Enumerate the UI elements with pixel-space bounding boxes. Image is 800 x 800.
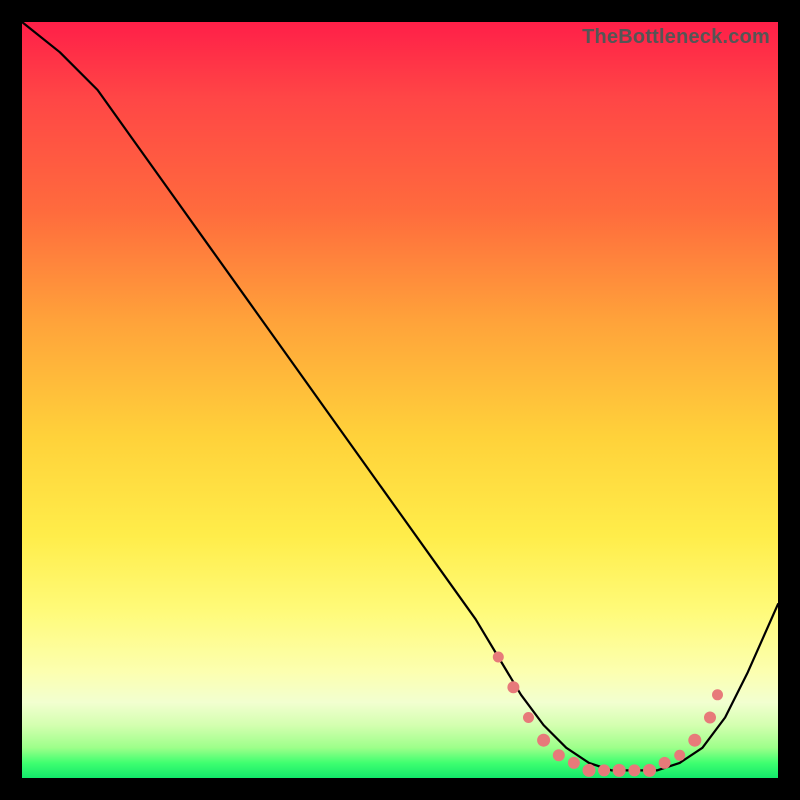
marker-dot	[704, 712, 716, 724]
marker-dot	[583, 764, 596, 777]
marker-dot	[628, 764, 640, 776]
plot-area: TheBottleneck.com	[22, 22, 778, 778]
marker-dot	[674, 750, 685, 761]
marker-dot	[523, 712, 534, 723]
curve-svg	[22, 22, 778, 778]
marker-dot	[568, 757, 580, 769]
bottleneck-curve	[22, 22, 778, 770]
marker-dot	[537, 734, 550, 747]
marker-dot	[507, 681, 519, 693]
marker-dot	[659, 757, 671, 769]
marker-dot	[688, 734, 701, 747]
marker-dot	[553, 749, 565, 761]
marker-dot	[598, 764, 610, 776]
chart-frame: TheBottleneck.com	[0, 0, 800, 800]
marker-dot	[493, 652, 504, 663]
marker-dot	[712, 689, 723, 700]
marker-dot	[643, 764, 656, 777]
marker-dot	[613, 764, 626, 777]
